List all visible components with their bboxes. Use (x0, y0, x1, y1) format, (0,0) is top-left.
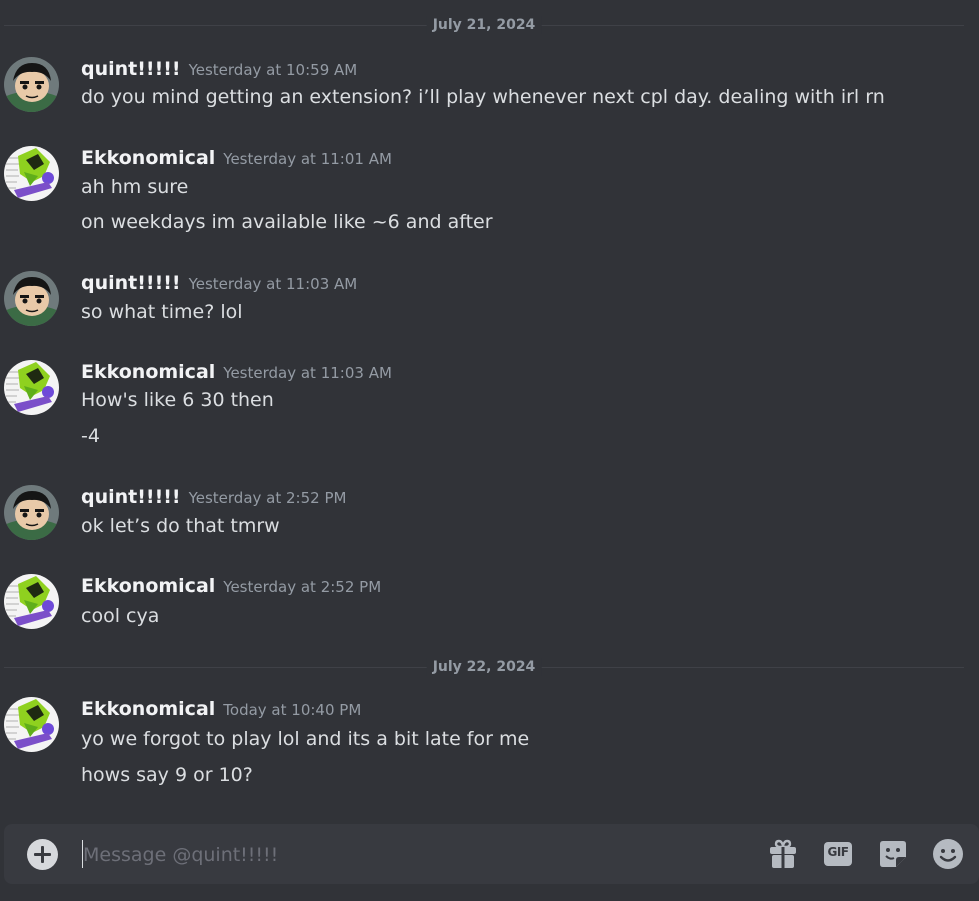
message-composer: GIF (4, 824, 979, 884)
message-text: so what time? lol (81, 301, 243, 323)
timestamp: Yesterday at 11:01 AM (223, 150, 392, 168)
message-text: How's like 6 30 then (81, 389, 274, 411)
message-input[interactable] (81, 837, 725, 873)
timestamp: Yesterday at 10:59 AM (188, 61, 358, 79)
gif-label: GIF (827, 845, 849, 859)
gif-icon[interactable]: GIF (822, 838, 854, 870)
avatar[interactable] (4, 360, 59, 415)
message-text: hows say 9 or 10? (81, 764, 253, 786)
timestamp: Yesterday at 2:52 PM (223, 578, 382, 596)
chat-messages: July 21, 2024 quint!!!!! Yesterday at 10:… (0, 0, 979, 820)
date-divider: July 22, 2024 (4, 658, 964, 676)
timestamp: Yesterday at 2:52 PM (188, 489, 347, 507)
avatar[interactable] (4, 57, 59, 112)
message-header: Ekkonomical Yesterday at 11:03 AM (81, 360, 392, 385)
timestamp: Yesterday at 11:03 AM (188, 275, 358, 293)
avatar[interactable] (4, 697, 59, 752)
username[interactable]: Ekkonomical (81, 361, 215, 383)
date-divider-label: July 22, 2024 (426, 658, 542, 676)
message-text: yo we forgot to play lol and its a bit l… (81, 728, 530, 750)
message-header: quint!!!!! Yesterday at 11:03 AM (81, 271, 357, 296)
anime-character-avatar-icon (4, 271, 59, 326)
message-header: quint!!!!! Yesterday at 2:52 PM (81, 485, 346, 510)
message-header: Ekkonomical Today at 10:40 PM (81, 697, 361, 722)
avatar[interactable] (4, 574, 59, 629)
date-divider-label: July 21, 2024 (426, 16, 542, 34)
green-character-avatar-icon (4, 697, 59, 752)
anime-character-avatar-icon (4, 485, 59, 540)
username[interactable]: Ekkonomical (81, 698, 215, 720)
message-text: -4 (81, 425, 100, 447)
green-character-avatar-icon (4, 146, 59, 201)
gift-icon[interactable] (767, 838, 799, 870)
username[interactable]: Ekkonomical (81, 147, 215, 169)
green-character-avatar-icon (4, 574, 59, 629)
timestamp: Yesterday at 11:03 AM (223, 364, 392, 382)
message-header: quint!!!!! Yesterday at 10:59 AM (81, 57, 357, 82)
green-character-avatar-icon (4, 360, 59, 415)
anime-character-avatar-icon (4, 57, 59, 112)
sticker-icon[interactable] (877, 838, 909, 870)
avatar[interactable] (4, 146, 59, 201)
avatar[interactable] (4, 271, 59, 326)
message-header: Ekkonomical Yesterday at 2:52 PM (81, 574, 381, 599)
avatar[interactable] (4, 485, 59, 540)
message-text: cool cya (81, 605, 160, 627)
message-text: ok let’s do that tmrw (81, 515, 280, 537)
username[interactable]: quint!!!!! (81, 486, 181, 508)
date-divider: July 21, 2024 (4, 16, 964, 34)
username[interactable]: Ekkonomical (81, 575, 215, 597)
message-text: do you mind getting an extension? i’ll p… (81, 86, 885, 108)
message-header: Ekkonomical Yesterday at 11:01 AM (81, 146, 392, 171)
plus-circle-icon[interactable] (27, 839, 58, 870)
message-text: ah hm sure (81, 176, 189, 198)
timestamp: Today at 10:40 PM (223, 701, 362, 719)
emoji-icon[interactable] (932, 838, 964, 870)
message-text: on weekdays im available like ~6 and aft… (81, 211, 493, 233)
username[interactable]: quint!!!!! (81, 272, 181, 294)
username[interactable]: quint!!!!! (81, 58, 181, 80)
